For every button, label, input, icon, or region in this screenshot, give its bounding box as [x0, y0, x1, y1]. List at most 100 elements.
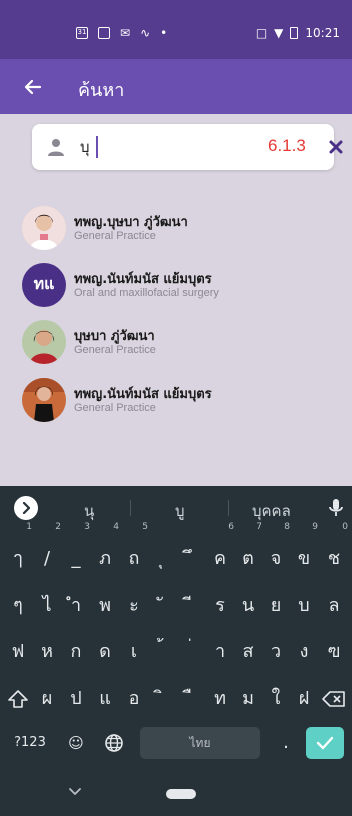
calendar-icon: 31 — [76, 27, 88, 39]
key[interactable]: อ — [118, 676, 150, 722]
list-item[interactable]: ทพญ.บุษบา ภู่วัฒนา General Practice — [22, 206, 342, 252]
suggestion-divider — [130, 500, 131, 516]
emoji-key[interactable]: ☺ — [62, 725, 90, 761]
doctor-specialty: Oral and maxillofacial surgery — [74, 287, 219, 299]
key[interactable]: ด — [89, 629, 121, 675]
backspace-icon — [322, 691, 345, 707]
home-pill[interactable] — [166, 789, 196, 799]
key-label: ถ — [128, 548, 140, 569]
key[interactable]: ง — [288, 629, 320, 675]
symbols-key[interactable]: ?123 — [10, 725, 50, 761]
avatar — [22, 206, 66, 250]
suggestion-bar: นุ บู บุคคล — [0, 486, 352, 530]
enter-key[interactable] — [306, 727, 344, 759]
suggestion-item[interactable]: บู — [175, 499, 185, 523]
list-item[interactable]: ทพญ.นันท์มนัส แย้มบุตร General Practice — [22, 378, 342, 424]
key-label: / — [43, 548, 51, 569]
expand-suggestions-button[interactable] — [14, 496, 38, 520]
key[interactable]: ำ — [60, 583, 92, 629]
key[interactable]: แ — [89, 676, 121, 722]
key[interactable]: ห — [31, 629, 63, 675]
space-key[interactable]: ไทย — [140, 727, 260, 759]
period-key[interactable]: . — [274, 725, 298, 761]
key-label: จ — [270, 548, 282, 569]
shift-icon — [8, 690, 28, 708]
key[interactable]: บ — [288, 583, 320, 629]
system-status: □ ▼ 10:21 — [256, 26, 340, 40]
check-icon — [316, 736, 334, 750]
key-hint: 8 — [284, 522, 290, 532]
key-label: ช — [327, 548, 341, 569]
key[interactable]: ล — [318, 583, 350, 629]
key-label: _ — [71, 548, 81, 569]
avatar: ทแ — [22, 263, 66, 307]
key[interactable]: 1ๅ — [2, 522, 34, 582]
page-title: ค้นหา — [78, 80, 125, 100]
key[interactable]: ิ — [147, 676, 179, 722]
key[interactable]: 9ข — [288, 522, 320, 582]
key-label: ต — [242, 548, 254, 569]
squiggle-icon: ∿ — [140, 26, 151, 40]
key[interactable]: ฝ — [288, 676, 320, 722]
key-hint: 3 — [84, 522, 90, 532]
doctor-specialty: General Practice — [74, 230, 156, 242]
key[interactable]: ผ — [31, 676, 63, 722]
key[interactable]: ก — [60, 629, 92, 675]
doctor-specialty: General Practice — [74, 344, 156, 356]
battery-icon — [290, 27, 299, 39]
emoji-icon: ☺ — [68, 734, 84, 752]
version-label: 6.1.3 — [268, 136, 306, 155]
key-label: ค — [213, 548, 227, 569]
text-cursor — [96, 136, 98, 158]
close-icon[interactable] — [326, 137, 346, 157]
gmail-icon: ✉ — [120, 26, 131, 40]
key-label: ๅ — [13, 548, 23, 569]
list-item[interactable]: บุษบา ภู่วัฒนา General Practice — [22, 320, 342, 366]
doctor-name: ทพญ.บุษบา ภู่วัฒนา — [74, 215, 188, 230]
key[interactable]: พ — [89, 583, 121, 629]
key-hint: 4 — [113, 522, 119, 532]
image-icon — [98, 27, 110, 39]
suggestion-item[interactable]: บุคคล — [252, 499, 291, 523]
microphone-icon[interactable] — [326, 497, 346, 519]
key-label: ข — [297, 548, 311, 569]
key[interactable]: 3 _ — [60, 522, 92, 582]
person-icon — [48, 139, 64, 156]
suggestion-divider — [228, 500, 229, 516]
key[interactable]: ป — [60, 676, 92, 722]
notification-icons: 31 ✉ ∿ • — [76, 26, 167, 40]
language-key[interactable] — [98, 725, 130, 761]
key-hint: 1 — [26, 522, 32, 532]
key-hint: 0 — [342, 522, 348, 532]
wifi-icon: ▼ — [274, 26, 284, 40]
chevron-down-icon[interactable] — [66, 782, 84, 800]
dot-icon: • — [160, 26, 168, 40]
key[interactable]: เ — [118, 629, 150, 675]
key[interactable]: 4ภ — [89, 522, 121, 582]
key-hint: 2 — [55, 522, 61, 532]
chevron-right-icon — [22, 501, 31, 515]
suggestion-item[interactable]: นุ — [84, 499, 94, 523]
on-screen-keyboard: นุ บู บุคคล 1ๅ 2/ 3_ 4ภ 5ถ ุ ึ 6ค 7ต 8จ … — [0, 486, 352, 772]
search-input[interactable] — [80, 134, 220, 160]
key[interactable]: ะ — [118, 583, 150, 629]
status-bar: 31 ✉ ∿ • □ ▼ 10:21 — [0, 0, 352, 59]
key[interactable]: ฃ — [318, 629, 350, 675]
key[interactable]: 5ถ — [118, 522, 150, 582]
key[interactable]: 0ช — [318, 522, 350, 582]
key[interactable]: ๆ — [2, 583, 34, 629]
key-hint: 5 — [142, 522, 148, 532]
backspace-key[interactable] — [318, 676, 350, 722]
vibrate-icon: □ — [255, 26, 268, 40]
key[interactable]: ุ — [147, 536, 179, 582]
key[interactable]: ้ — [147, 629, 179, 675]
list-item[interactable]: ทแ ทพญ.นันท์มนัส แย้มบุตร Oral and maxil… — [22, 263, 342, 309]
search-box[interactable]: 6.1.3 — [32, 124, 343, 170]
key[interactable]: 2/ — [31, 522, 63, 582]
navigation-bar — [0, 772, 352, 816]
key[interactable]: ั — [147, 583, 179, 629]
key[interactable]: ไ — [31, 583, 63, 629]
back-button[interactable] — [18, 73, 48, 101]
shift-key[interactable] — [2, 676, 34, 722]
key[interactable]: ฟ — [2, 629, 34, 675]
